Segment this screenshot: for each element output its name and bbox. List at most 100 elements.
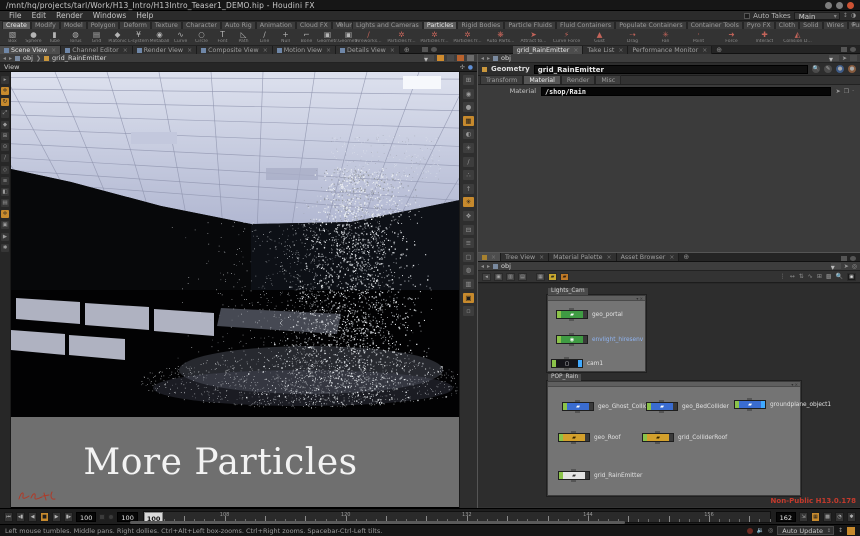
node-body[interactable]: ▰ (647, 434, 669, 441)
shading-mode-icon[interactable]: ● (463, 102, 474, 112)
shelf-tool-path[interactable]: ◺ Path (233, 30, 254, 46)
search-icon[interactable]: 🔍 (812, 65, 820, 73)
pin-icon[interactable] (447, 55, 454, 61)
net-distribute-icon[interactable]: ⇅ (799, 273, 804, 280)
menu-dot-icon[interactable]: · (852, 88, 854, 95)
sprite-display-icon[interactable]: ❖ (463, 211, 474, 221)
pane-tab[interactable]: grid_RainEmitter (513, 46, 584, 54)
realtime-toggle-icon[interactable]: ▦ (811, 512, 820, 522)
shelf-tool-attract[interactable]: ➤ Attract to... (517, 30, 550, 46)
node-geo-ghost-collider[interactable]: ▰ geo_Ghost_Collider (562, 402, 654, 411)
shelf-tool-curve[interactable]: ∿ Curve (170, 30, 191, 46)
shelf-tab[interactable]: Modify (31, 21, 60, 29)
world-icon[interactable]: ● (468, 64, 473, 71)
jump-start-button[interactable]: ⏮ (4, 512, 13, 522)
play-reverse-button[interactable]: ◀ (28, 512, 37, 522)
pane-tab[interactable]: Tree View (501, 253, 549, 261)
update-mode-select[interactable]: Auto Update (777, 526, 834, 535)
scale-tool-icon[interactable]: ⤢ (1, 110, 9, 118)
arrow-icon[interactable]: ➤ (842, 55, 847, 62)
sculpt-tool-icon[interactable]: ◧ (1, 188, 9, 196)
range-start-field[interactable]: 100 (117, 512, 137, 522)
shelf-tab[interactable]: Wires (823, 21, 848, 29)
viewport[interactable]: More Particles (11, 72, 460, 508)
pose-tool-icon[interactable]: ◆ (1, 121, 9, 129)
node-geo-portal[interactable]: ▰ geo_portal (556, 310, 623, 319)
shelf-tool-point[interactable]: · Point (682, 30, 715, 46)
message-indicator-icon[interactable] (747, 528, 753, 534)
path-back-icon[interactable]: ◂ (3, 55, 6, 62)
pane-tab[interactable]: Performance Monitor (628, 46, 712, 54)
node-body[interactable]: ◉ (561, 336, 583, 343)
pane-tab[interactable]: Asset Browser (617, 253, 680, 261)
breadcrumb-root[interactable]: obj (501, 262, 511, 270)
shelf-tab[interactable]: Container Tools (687, 21, 743, 29)
shelf-tool-auto-parts[interactable]: ❋ Auto Parts... (484, 30, 517, 46)
node-shape[interactable]: ▢ (551, 359, 583, 368)
rotate-tool-icon[interactable]: ↻ (1, 98, 9, 106)
node-body[interactable]: ▰ (651, 403, 673, 410)
node-body[interactable]: ▰ (561, 311, 583, 318)
viewport-menu-icon[interactable]: ▫ (463, 306, 474, 316)
shelf-tool-bone[interactable]: ⌐ Bone (296, 30, 317, 46)
network-pane-controls[interactable] (841, 256, 860, 261)
node-shape[interactable]: ▰ (562, 402, 594, 411)
pane-tab[interactable]: Render View (133, 46, 197, 54)
node-body[interactable]: ▰ (739, 401, 761, 408)
resize-spinner-icon[interactable]: ↕ (838, 527, 843, 534)
shelf-tool-fireworks[interactable]: ∕ Fireworks... (352, 30, 385, 46)
snap-edge-icon[interactable]: ∕ (1, 154, 9, 162)
shelf-tab[interactable]: Particle Fluids (504, 21, 556, 29)
parameter-tab[interactable]: Material (523, 75, 561, 84)
info-icon[interactable]: ● (848, 65, 856, 73)
shelf-tool-circle[interactable]: ○ Circle (191, 30, 212, 46)
handles-icon[interactable]: ✛ (1, 210, 9, 218)
new-pane-tab-icon[interactable]: ⊕ (400, 46, 414, 53)
axis-icon[interactable]: ✣ (460, 64, 465, 71)
shelf-tab[interactable]: Cloth (775, 21, 799, 29)
shelf-tool-fan[interactable]: ✳ Fan (649, 30, 682, 46)
shelf-tool-curve-force[interactable]: ⚡ Curve Force (550, 30, 583, 46)
visualizer-icon[interactable]: ◍ (463, 265, 474, 275)
new-pane-tab-icon[interactable]: ⊕ (712, 46, 726, 53)
pane-tab[interactable]: Composite View (197, 46, 273, 54)
shelf-tool-collision[interactable]: ◭ Collision D... (781, 30, 814, 46)
node-name-field[interactable]: grid_RainEmitter (534, 65, 808, 74)
shelf-tool-force[interactable]: ➜ Force (715, 30, 748, 46)
material-path-field[interactable]: /shop/Rain (541, 87, 831, 96)
shelf-tool-font[interactable]: T Font (212, 30, 233, 46)
net-display-icon[interactable]: ▣ (847, 273, 856, 281)
shelf-tool-grid[interactable]: ▤ Grid (86, 30, 107, 46)
shelf-tool-metaball[interactable]: ◉ Metaball (149, 30, 170, 46)
shelf-tool-platonic[interactable]: ◆ Platonic (107, 30, 128, 46)
pane-tab[interactable]: Details View (336, 46, 400, 54)
shelf-right-gear-icon[interactable]: ⊕ (849, 21, 858, 29)
step-forward-button[interactable]: ▮▸ (64, 512, 73, 522)
minimize-icon[interactable] (825, 2, 832, 9)
snapshot-icon[interactable]: ▢ (463, 252, 474, 262)
shelf-tab[interactable]: Fluid Containers (556, 21, 615, 29)
pane-tab[interactable]: Motion View (273, 46, 336, 54)
node-body[interactable]: ▰ (563, 472, 585, 479)
group-list-icon[interactable]: ≡ (463, 238, 474, 248)
parameter-tab[interactable]: Render (561, 75, 595, 84)
wireframe-toggle-icon[interactable]: ▦ (463, 116, 474, 126)
pin-icon[interactable] (850, 55, 857, 61)
shelf-tool-line[interactable]: ∕ Line (254, 30, 275, 46)
network-box-bar[interactable] (548, 296, 645, 301)
takes-menu-icon[interactable]: ◑ (851, 12, 856, 19)
node-render-flag[interactable] (585, 472, 589, 479)
take-spinner-icon[interactable]: ↕ (843, 12, 848, 19)
node-shape[interactable]: ▰ (558, 471, 590, 480)
breadcrumb-root[interactable]: obj (23, 54, 33, 62)
shelf-tool-geometry-1[interactable]: ▣ Geometr... (317, 30, 338, 46)
sliders-icon[interactable]: ✎ (824, 65, 832, 73)
arrow-icon[interactable]: ➤ (844, 263, 849, 270)
pane-tab[interactable]: Material Palette (549, 253, 616, 261)
stop-button[interactable]: ■ (40, 512, 49, 522)
points-display-icon[interactable]: ∴ (463, 170, 474, 180)
smooth-shade-icon[interactable]: ◐ (463, 129, 474, 139)
view-layout-icon[interactable]: ⊞ (463, 75, 474, 85)
node-shape[interactable]: ◉ (556, 335, 588, 344)
step-back-button[interactable]: ◂▮ (16, 512, 25, 522)
